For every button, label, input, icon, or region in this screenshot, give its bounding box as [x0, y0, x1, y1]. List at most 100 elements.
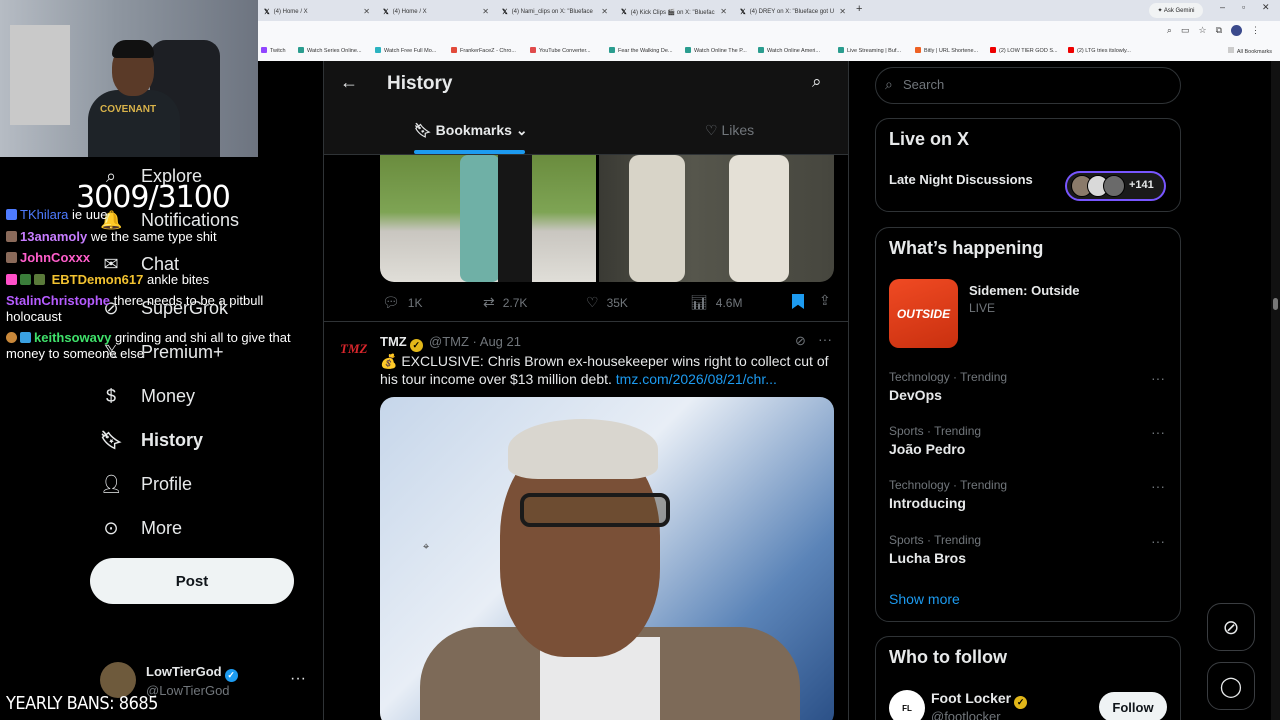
- browser-tab[interactable]: 𝕏 (4) Nami_clips on X: "Blueface ✕: [496, 3, 614, 21]
- share-icon[interactable]: ⇪: [819, 292, 831, 309]
- minimize-icon[interactable]: –: [1220, 2, 1225, 12]
- account-switcher[interactable]: LowTierGod ✓: [146, 664, 238, 682]
- bookmark-item[interactable]: Watch Free Full Mo...: [375, 47, 436, 54]
- trend-more-icon[interactable]: ···: [1151, 424, 1165, 440]
- trend-more-icon[interactable]: ···: [1151, 533, 1165, 549]
- star-icon[interactable]: ☆: [1198, 25, 1206, 36]
- trend-more-icon[interactable]: ···: [1151, 370, 1165, 386]
- grok-float-button[interactable]: ⊘: [1207, 603, 1255, 651]
- trend-category: Technology · Trending: [889, 478, 1008, 492]
- tweet-image[interactable]: [380, 397, 834, 720]
- more-icon: ⊙: [103, 518, 119, 538]
- trend-item[interactable]: Introducing: [889, 495, 966, 511]
- chat-bubble-icon: ◯: [1219, 675, 1243, 698]
- browser-tab[interactable]: 𝕏 (4) Home / X ✕: [258, 3, 376, 21]
- search-icon[interactable]: ⌕: [812, 72, 822, 92]
- repost-button[interactable]: ⇄ 2.7K: [483, 294, 527, 311]
- nav-more[interactable]: ⊙ More: [100, 518, 182, 539]
- tab-bookmarks[interactable]: 🔖︎ Bookmarks ⌄: [414, 122, 528, 139]
- bookmark-item[interactable]: Twitch: [261, 47, 286, 54]
- tweet-link[interactable]: tmz.com/2026/08/21/chr...: [616, 371, 777, 387]
- bookmark-item[interactable]: Live Streaming | Buf...: [838, 47, 901, 54]
- trend-thumbnail[interactable]: OUTSIDE: [889, 279, 958, 348]
- live-space-title[interactable]: Late Night Discussions: [889, 172, 1033, 187]
- bookmark-favicon: [758, 47, 764, 53]
- reply-button[interactable]: 💬︎ 1K: [382, 294, 422, 311]
- bookmark-icon: 🔖︎: [414, 122, 436, 138]
- tweet-author[interactable]: TMZ ✓: [380, 334, 423, 352]
- scrollbar[interactable]: [1271, 61, 1280, 720]
- show-more-link[interactable]: Show more: [889, 591, 960, 607]
- close-tab-icon[interactable]: ✕: [839, 7, 846, 16]
- bookmark-item[interactable]: YouTube Converter...: [530, 47, 591, 54]
- bookmark-item[interactable]: Watch Online The P...: [685, 47, 747, 54]
- post-button[interactable]: Post: [90, 558, 294, 604]
- trend-item[interactable]: João Pedro: [889, 441, 965, 457]
- page-title: History: [387, 73, 453, 94]
- yearly-bans-counter: YEARLY BANS: 8685: [6, 693, 158, 714]
- post-image[interactable]: [380, 155, 596, 282]
- follow-button[interactable]: Follow: [1099, 692, 1167, 720]
- maximize-icon[interactable]: ▫: [1242, 2, 1245, 12]
- nav-notifications[interactable]: 🔔 Notifications: [100, 210, 239, 231]
- grok-icon[interactable]: ⊘: [795, 333, 806, 349]
- extensions-icon[interactable]: ⧉: [1216, 25, 1222, 36]
- browser-tab[interactable]: 𝕏 (4) Home / X ✕: [377, 3, 495, 21]
- bookmark-item[interactable]: (2) LOW TIER GOD S...: [990, 47, 1058, 54]
- whats-happening-title: What’s happening: [889, 238, 1044, 258]
- scrollbar-thumb[interactable]: [1273, 298, 1278, 310]
- browser-tab[interactable]: 𝕏 (4) Kick Clips 🎬 on X: "Bluefac ✕: [615, 3, 733, 21]
- streamer-body: [88, 90, 180, 157]
- new-tab-button[interactable]: +: [856, 3, 862, 15]
- trend-more-icon[interactable]: ···: [1151, 478, 1165, 494]
- suggested-account-name[interactable]: Foot Locker ✓: [931, 690, 1028, 709]
- bookmark-item[interactable]: FrankerFaceZ - Chro...: [451, 47, 516, 54]
- avatar[interactable]: FL: [889, 690, 925, 720]
- views-button[interactable]: 📊︎ 4.6M: [690, 294, 742, 311]
- screen: 𝕏 (4) Home / X ✕ 𝕏 (4) Home / X ✕ 𝕏 (4) Nami_…: [0, 0, 1280, 720]
- menu-icon[interactable]: ⋮: [1251, 25, 1260, 36]
- bookmark-filled-icon[interactable]: [792, 294, 804, 309]
- close-tab-icon[interactable]: ✕: [601, 7, 608, 16]
- bookmark-item[interactable]: Fear the Walking De...: [609, 47, 673, 54]
- tab-likes[interactable]: ♡ Likes: [705, 122, 754, 139]
- tweet-more-icon[interactable]: ···: [818, 331, 832, 347]
- trend-item[interactable]: Lucha Bros: [889, 550, 966, 566]
- bookmark-item[interactable]: (2) LTG tries itslowly...: [1068, 47, 1131, 54]
- bookmark-item[interactable]: Watch Online Ameri...: [758, 47, 820, 54]
- close-tab-icon[interactable]: ✕: [720, 7, 727, 16]
- grok-icon: ⊘: [1222, 616, 1240, 639]
- nav-money[interactable]: $ Money: [100, 386, 195, 407]
- x-logo-icon: 𝕏: [740, 9, 746, 16]
- featured-trend-name[interactable]: Sidemen: Outside: [969, 283, 1080, 298]
- account-more-icon[interactable]: ···: [290, 670, 306, 688]
- all-bookmarks[interactable]: All Bookmarks: [1227, 47, 1272, 55]
- nav-history[interactable]: 🔖︎ History: [100, 430, 203, 451]
- messages-float-button[interactable]: ◯: [1207, 662, 1255, 710]
- back-arrow-icon[interactable]: ←: [340, 72, 358, 93]
- trend-item[interactable]: DevOps: [889, 387, 942, 403]
- trend-category: Sports · Trending: [889, 424, 982, 438]
- bookmarks-bar: Twitch Watch Series Online... Watch Free…: [258, 42, 1280, 61]
- ask-gemini-button[interactable]: ✦ Ask Gemini: [1149, 3, 1203, 18]
- profile-avatar[interactable]: [1231, 25, 1242, 36]
- close-tab-icon[interactable]: ✕: [363, 7, 370, 16]
- x-logo-icon: 𝕏: [264, 9, 270, 16]
- like-button[interactable]: ♡ 35K: [586, 294, 628, 311]
- nav-profile[interactable]: 👤︎ Profile: [100, 474, 192, 495]
- chat-message: 13anamoly we the same type shit: [6, 229, 217, 244]
- close-window-icon[interactable]: ✕: [1262, 2, 1270, 13]
- address-bar-row: ⌕ ▭ ☆ ⧉ ⋮: [258, 21, 1280, 42]
- post-image[interactable]: [599, 155, 834, 282]
- zoom-icon[interactable]: ⌕: [1167, 25, 1172, 36]
- bookmark-item[interactable]: Bitly | URL Shortene...: [915, 47, 978, 54]
- close-tab-icon[interactable]: ✕: [482, 7, 489, 16]
- chat-badge-icon: [6, 274, 17, 285]
- tmz-avatar[interactable]: TMZ: [340, 341, 367, 357]
- heart-icon: ♡: [586, 294, 599, 310]
- bookmark-item[interactable]: Watch Series Online...: [298, 47, 362, 54]
- views-icon: 📊︎: [690, 294, 708, 310]
- listener-count: +141: [1129, 179, 1154, 191]
- browser-tab[interactable]: 𝕏 (4) DREY on X: "Blueface got U ✕: [734, 3, 852, 21]
- cast-icon[interactable]: ▭: [1181, 25, 1190, 36]
